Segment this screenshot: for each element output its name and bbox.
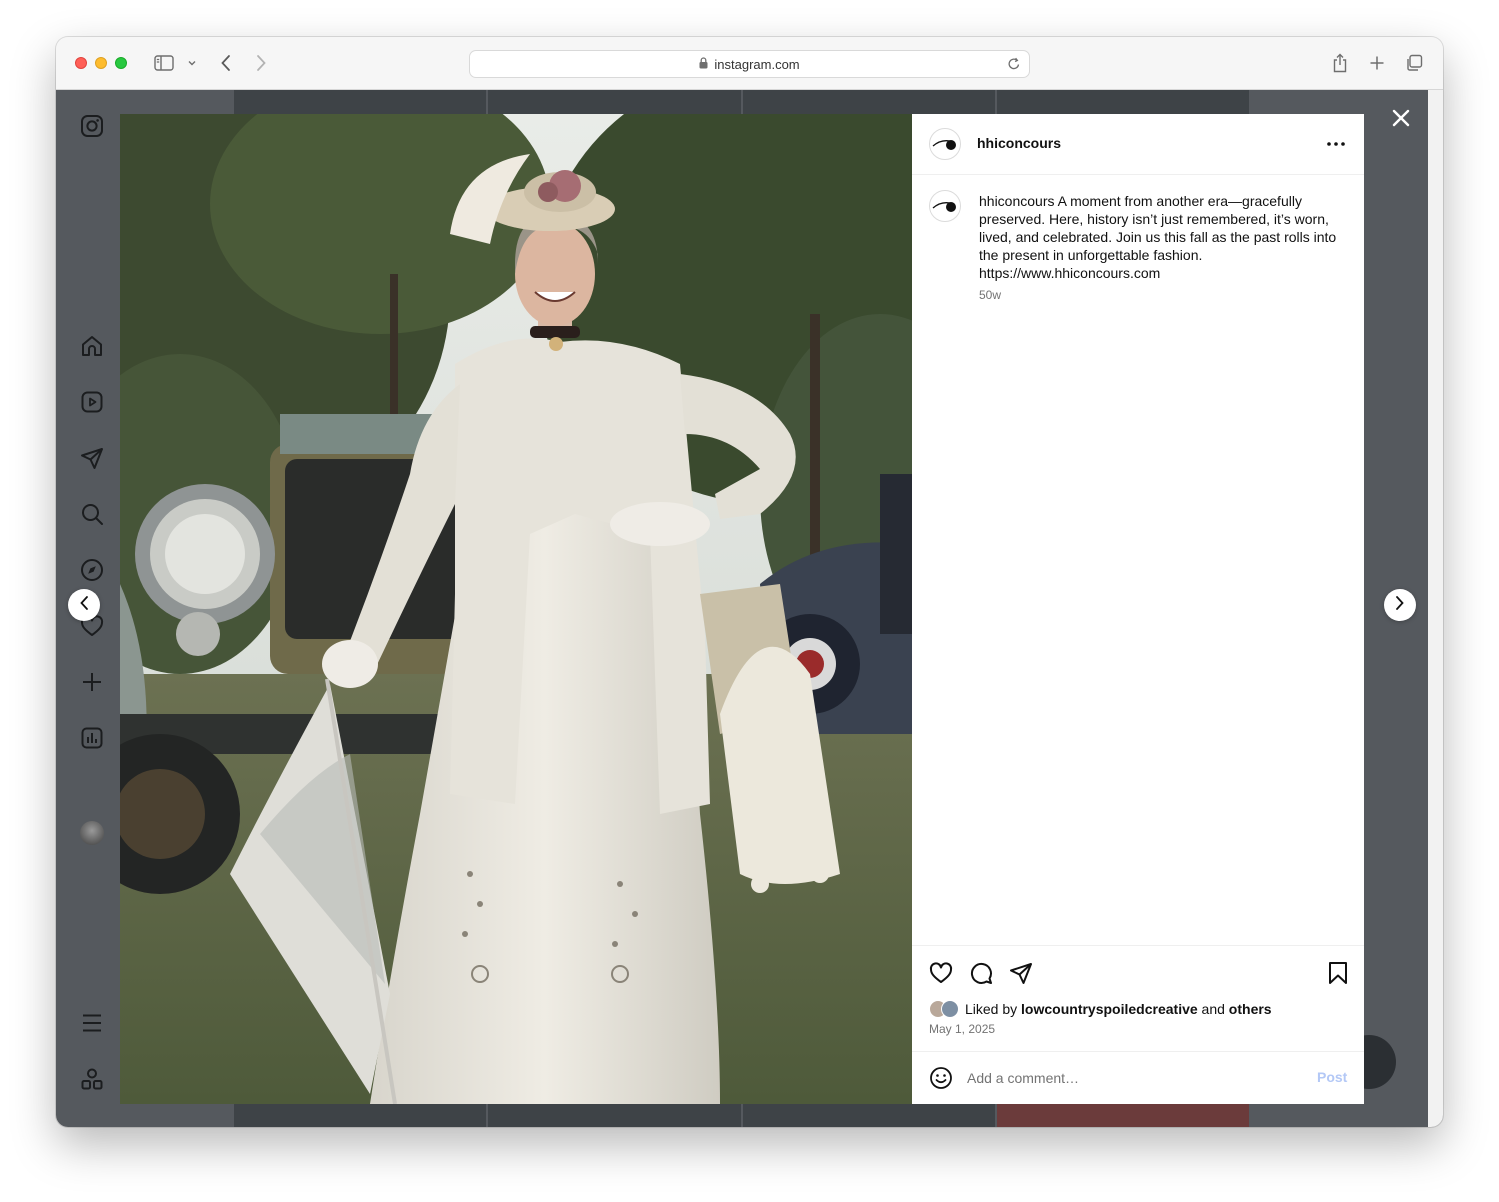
next-post-button[interactable] xyxy=(1384,589,1416,621)
more-options-icon[interactable] xyxy=(1324,134,1348,154)
bookmark-icon[interactable] xyxy=(1325,960,1351,986)
lock-icon xyxy=(699,56,708,72)
address-bar[interactable]: instagram.com xyxy=(469,50,1030,78)
reels-icon[interactable] xyxy=(79,389,105,415)
emoji-icon[interactable] xyxy=(929,1066,953,1090)
post-date[interactable]: May 1, 2025 xyxy=(929,1022,995,1036)
liked-prefix: Liked by xyxy=(965,1001,1018,1017)
home-icon[interactable] xyxy=(79,333,105,359)
page-content: hhiconcours hhiconcours A moment from an… xyxy=(56,90,1443,1127)
caption-avatar[interactable] xyxy=(929,190,961,222)
previous-post-button[interactable] xyxy=(68,589,100,621)
scrollbar-track xyxy=(1428,90,1443,1127)
background-grid-bottom xyxy=(234,1104,1249,1127)
chevron-left-icon xyxy=(79,595,89,616)
liked-others-link[interactable]: others xyxy=(1229,1001,1272,1017)
likes-summary: Liked by lowcountryspoiledcreative and o… xyxy=(929,1000,1272,1018)
address-text: instagram.com xyxy=(714,56,800,72)
post-modal: hhiconcours hhiconcours A moment from an… xyxy=(120,114,1364,1104)
explore-icon[interactable] xyxy=(79,557,105,583)
liker-avatar[interactable] xyxy=(941,1000,959,1018)
liked-user-link[interactable]: lowcountryspoiledcreative xyxy=(1021,1001,1198,1017)
comment-input[interactable] xyxy=(967,1066,1297,1090)
close-icon[interactable] xyxy=(1389,106,1413,130)
chevron-right-icon xyxy=(1395,595,1405,616)
reload-icon[interactable] xyxy=(1007,56,1021,75)
caption-username[interactable]: hhiconcours xyxy=(979,193,1055,209)
zoom-window-button[interactable] xyxy=(115,57,127,69)
account-avatar[interactable] xyxy=(929,128,961,160)
close-window-button[interactable] xyxy=(75,57,87,69)
search-icon[interactable] xyxy=(79,501,105,527)
menu-icon[interactable] xyxy=(79,1010,105,1036)
instagram-logo-icon[interactable] xyxy=(79,113,105,139)
heart-icon[interactable] xyxy=(928,960,954,986)
caption-text: hhiconcours A moment from another era—gr… xyxy=(979,192,1349,282)
caption-age: 50w xyxy=(979,288,1002,302)
liked-and: and xyxy=(1201,1001,1225,1017)
apps-icon[interactable] xyxy=(79,1066,105,1092)
post-details-panel: hhiconcours hhiconcours A moment from an… xyxy=(912,114,1364,1104)
post-comment-button[interactable]: Post xyxy=(1317,1069,1347,1085)
forward-icon[interactable] xyxy=(251,51,271,75)
comment-bar: Post xyxy=(912,1051,1364,1104)
share-browser-icon[interactable] xyxy=(1328,51,1352,75)
messages-icon[interactable] xyxy=(79,445,105,471)
new-tab-icon[interactable] xyxy=(1365,51,1389,75)
tab-overview-icon[interactable] xyxy=(1402,51,1426,75)
post-actions: Liked by lowcountryspoiledcreative and o… xyxy=(912,945,1364,1051)
share-icon[interactable] xyxy=(1008,960,1034,986)
sidebar-toggle-icon[interactable] xyxy=(152,51,176,75)
post-header: hhiconcours xyxy=(912,114,1364,175)
browser-toolbar: instagram.com xyxy=(56,37,1443,90)
minimize-window-button[interactable] xyxy=(95,57,107,69)
post-username[interactable]: hhiconcours xyxy=(977,135,1061,151)
background-grid-top xyxy=(234,90,1249,114)
comment-icon[interactable] xyxy=(968,960,994,986)
profile-avatar[interactable] xyxy=(80,821,104,845)
chevron-down-icon[interactable] xyxy=(184,51,200,75)
create-icon[interactable] xyxy=(79,669,105,695)
browser-window: instagram.com hhiconcours hhiconcours A … xyxy=(56,37,1443,1127)
dashboard-icon[interactable] xyxy=(79,725,105,751)
back-icon[interactable] xyxy=(216,51,236,75)
post-photo[interactable] xyxy=(120,114,912,1104)
